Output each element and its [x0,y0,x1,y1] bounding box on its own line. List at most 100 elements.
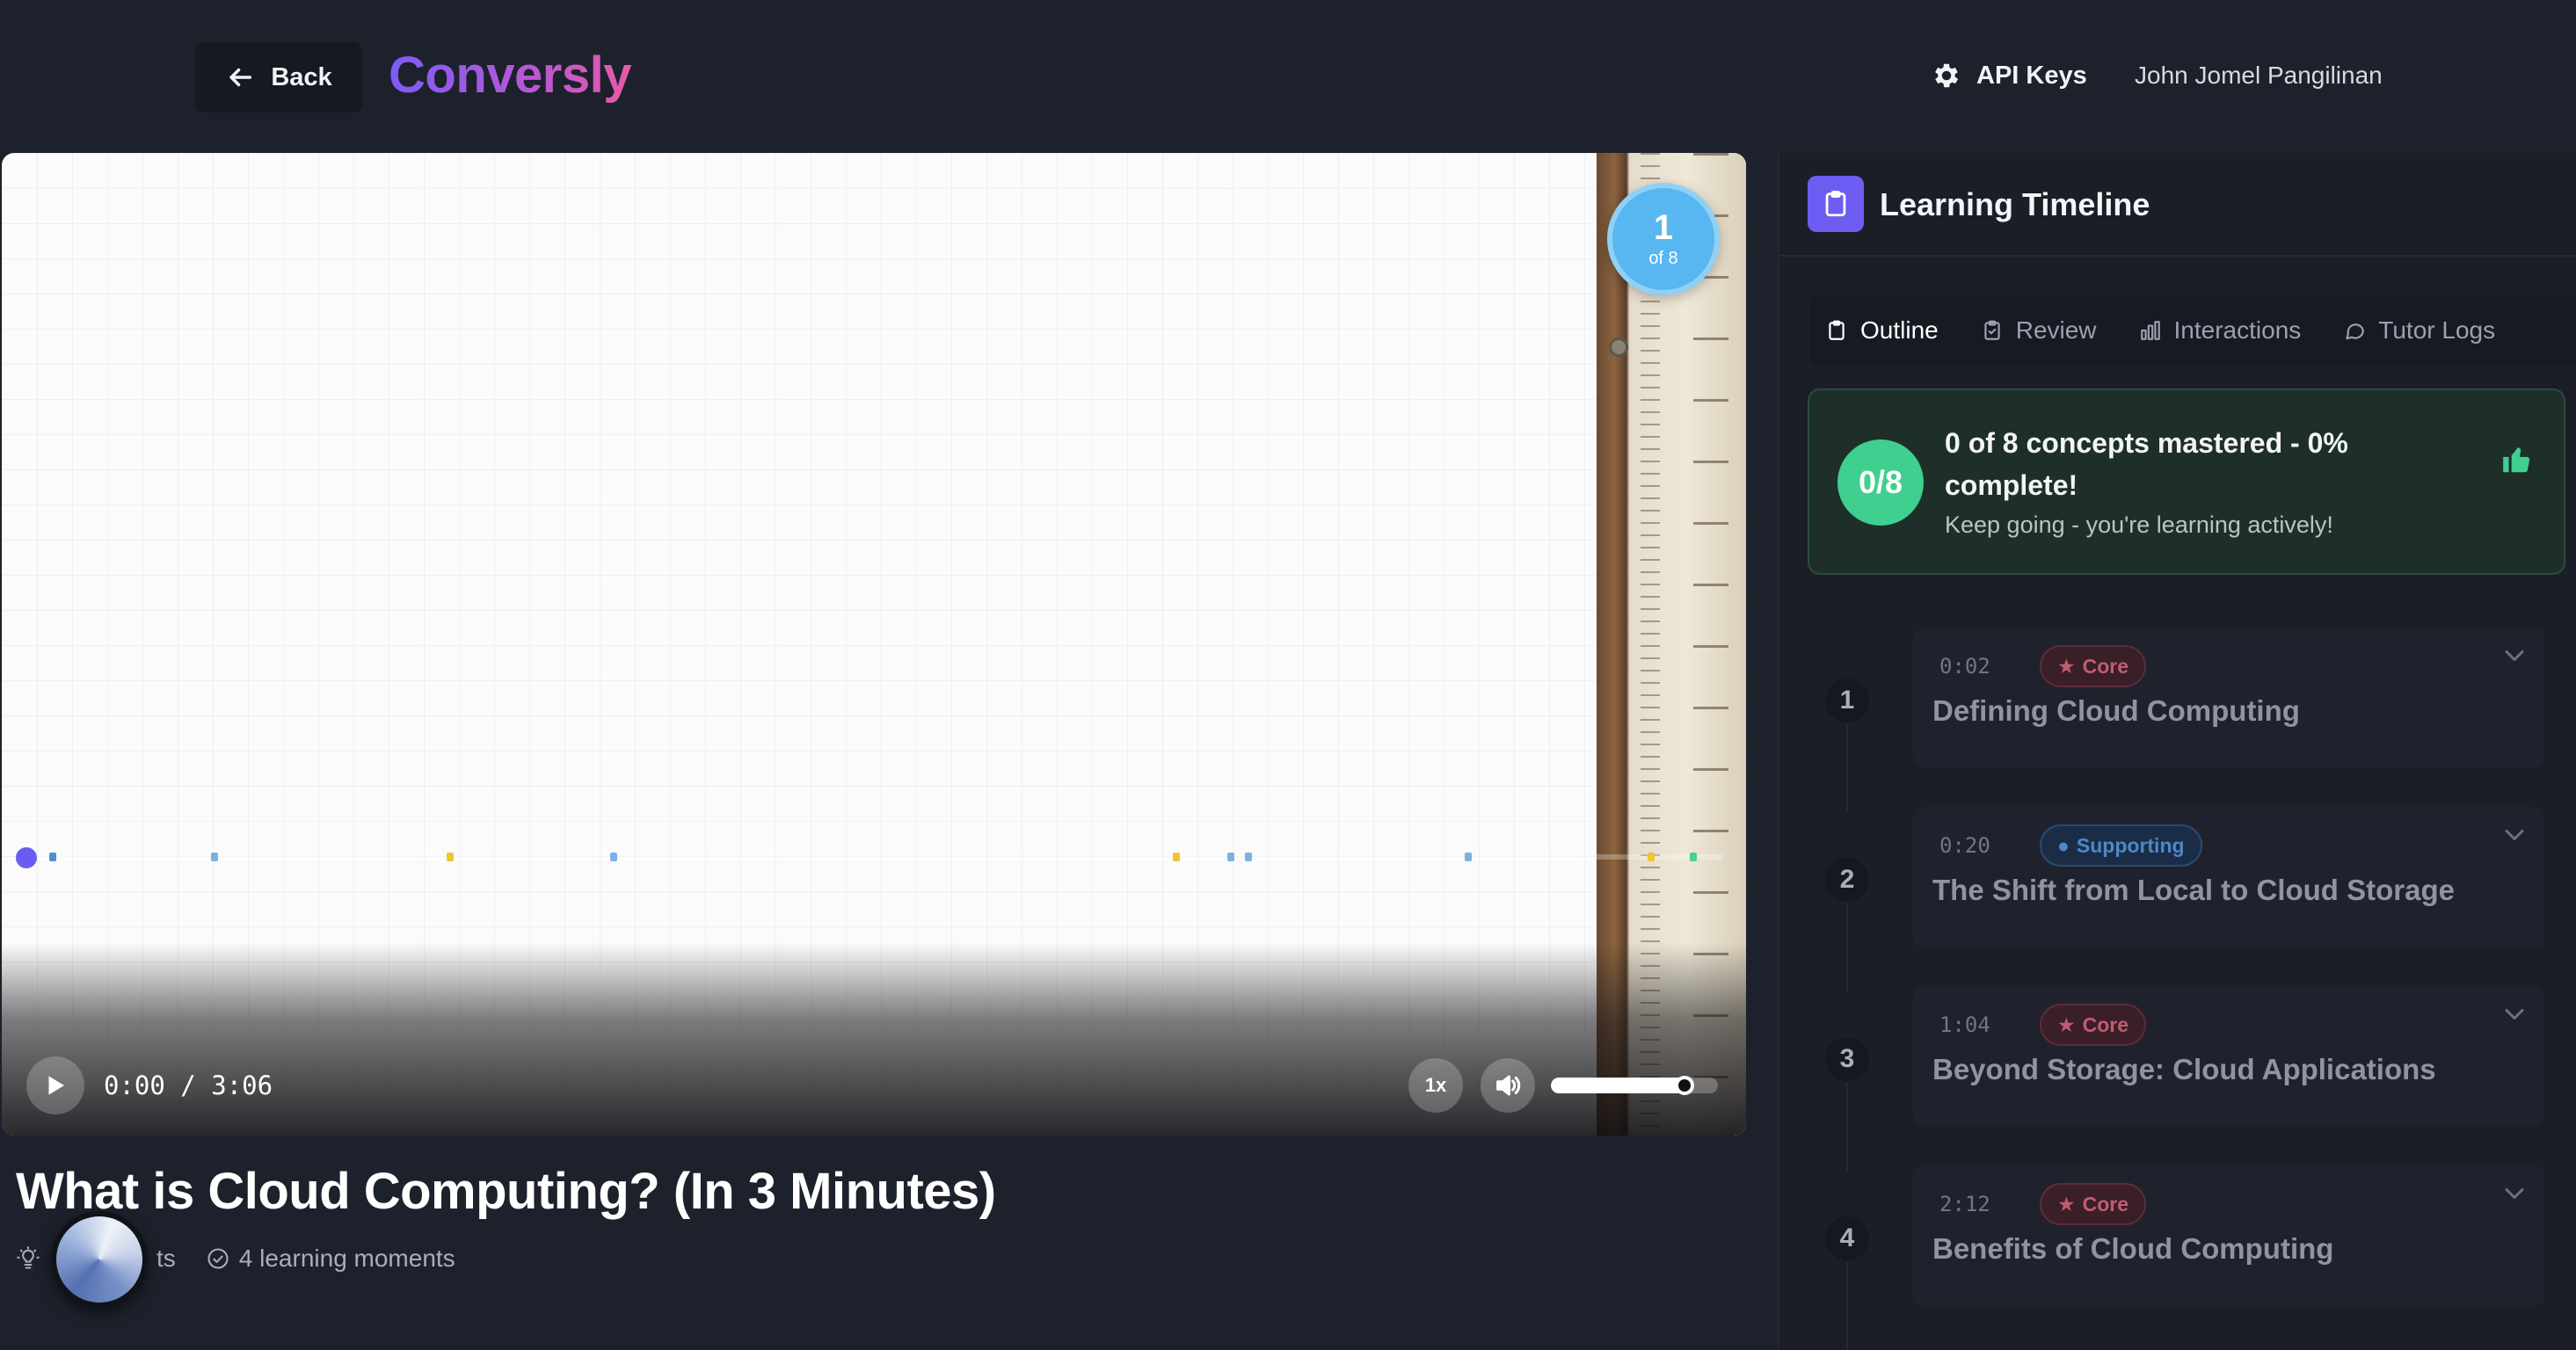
star-icon: ★ [2057,1192,2076,1216]
brand-logo[interactable]: Conversly [389,46,631,105]
timeline-connector [1846,1083,1848,1171]
clipboard-icon [1808,176,1864,232]
tab-review[interactable]: Review [1981,316,2097,345]
concept-number: 2 [1825,858,1869,902]
tab-outline[interactable]: Outline [1825,316,1939,345]
chevron-down-icon[interactable] [2499,1178,2530,1209]
concept-tag-label: Supporting [2076,833,2185,857]
thumbs-up-icon [2503,446,2530,473]
timeline-marker[interactable] [1173,853,1180,861]
star-icon: ★ [2057,1012,2076,1036]
avatar-disc [56,1216,142,1303]
play-button[interactable] [26,1056,84,1114]
timeline-marker[interactable] [447,853,454,861]
timeline-marker[interactable] [1245,853,1252,861]
back-button[interactable]: Back [195,42,362,112]
floating-tutor-avatar[interactable] [51,1211,148,1308]
concept-card[interactable]: 1:04 ★ Core Beyond Storage: Cloud Applic… [1913,986,2544,1127]
concept-counter-badge: 1 of 8 [1607,183,1720,295]
time-display: 0:00 / 3:06 [104,1071,273,1100]
tab-outline-label: Outline [1860,316,1939,344]
learning-timeline-panel: Learning Timeline Outline Review Interac… [1778,153,2576,1350]
clipboard-check-icon [1984,320,2000,340]
back-label: Back [271,62,332,91]
concept-counter-number: 1 [1653,207,1674,247]
tab-tutor-logs-label: Tutor Logs [2378,316,2496,344]
chevron-down-icon[interactable] [2499,640,2530,671]
concept-item[interactable]: 2 0:20 ● Supporting The Shift from Local… [1779,807,2576,991]
concept-tag-supporting: ● Supporting [2040,824,2202,867]
concept-tag-label: Core [2082,654,2129,678]
timeline-marker[interactable] [1648,853,1655,861]
concept-tag-label: Core [2082,1012,2129,1036]
video-player[interactable]: 1 of 8 [2,153,1746,1136]
concept-title: Beyond Storage: Cloud Applications [1932,1053,2436,1085]
concept-card[interactable]: 0:02 ★ Core Defining Cloud Computing [1913,628,2544,768]
mastery-summary-card: 0/8 0 of 8 concepts mastered - 0% comple… [1808,388,2565,575]
concept-title: The Shift from Local to Cloud Storage [1932,874,2455,906]
volume-button[interactable] [1481,1058,1535,1113]
volume-fill [1551,1078,1685,1093]
learning-moments-label: 4 learning moments [238,1245,455,1272]
speaker-icon [1496,1075,1521,1096]
api-keys-label: API Keys [1976,61,2087,90]
tab-interactions[interactable]: Interactions [2139,316,2302,345]
seek-thumb[interactable] [16,847,37,868]
concept-number: 1 [1825,679,1869,722]
timeline-connector [1846,1262,1848,1350]
concept-tag-label: Core [2082,1192,2129,1216]
concept-tag-core: ★ Core [2040,1004,2147,1046]
timeline-marker[interactable] [610,853,617,861]
chevron-down-icon[interactable] [2499,819,2530,851]
tab-review-label: Review [2015,316,2097,344]
concept-card[interactable]: 2:12 ★ Core Benefits of Cloud Computing [1913,1165,2544,1306]
star-icon: ★ [2057,654,2076,678]
check-circle-icon [207,1248,229,1269]
concept-tag-core: ★ Core [2040,645,2147,687]
timeline-marker[interactable] [211,853,218,861]
concept-title: Defining Cloud Computing [1932,694,2300,727]
controls-overlay [2,942,1746,1136]
lightbulb-icon [17,1246,40,1269]
timeline-marker[interactable] [1227,853,1234,861]
learning-moments: 4 learning moments [206,1245,455,1273]
chevron-down-icon[interactable] [2499,998,2530,1030]
concept-item[interactable]: 3 1:04 ★ Core Beyond Storage: Cloud Appl… [1779,986,2576,1171]
timeline-marker[interactable] [1690,853,1697,861]
tab-interactions-label: Interactions [2173,316,2302,344]
video-title: What is Cloud Computing? (In 3 Minutes) [16,1163,996,1220]
chat-bubble-icon [2346,323,2365,340]
user-name[interactable]: John Jomel Pangilinan [2135,62,2383,90]
mastery-title: 0 of 8 concepts mastered - 0% complete! [1945,427,2348,501]
playback-speed-button[interactable]: 1x [1408,1058,1463,1113]
mastery-score: 0/8 [1837,439,1924,526]
info-icon: ● [2057,833,2070,857]
concept-number: 4 [1825,1216,1869,1260]
panel-tabs: Outline Review Interactions Tutor Logs [1809,295,2576,366]
concept-timestamp[interactable]: 0:02 [1939,654,1990,679]
gear-icon [1935,63,1959,88]
panel-header: Learning Timeline [1779,153,2576,257]
mastery-subtitle: Keep going - you're learning actively! [1945,512,2333,538]
timeline-marker[interactable] [49,853,56,861]
concept-item[interactable]: 1 0:02 ★ Core Defining Cloud Computing [1779,628,2576,812]
concept-item[interactable]: 4 2:12 ★ Core Benefits of Cloud Computin… [1779,1165,2576,1350]
concepts-count-partial: ts [156,1245,176,1272]
tab-tutor-logs[interactable]: Tutor Logs [2343,316,2495,345]
concept-number: 3 [1825,1037,1869,1081]
concept-timestamp[interactable]: 1:04 [1939,1012,1990,1037]
play-icon [48,1076,64,1095]
timeline-connector [1846,724,1848,812]
arrow-left-icon [229,68,252,87]
concept-timestamp[interactable]: 2:12 [1939,1192,1990,1216]
concept-counter-total: of 8 [1648,248,1678,268]
ruler-screw [1609,338,1628,357]
timeline-marker[interactable] [1465,853,1472,861]
panel-title: Learning Timeline [1880,186,2150,222]
top-header: Back Conversly API Keys John Jomel Pangi… [0,0,2576,151]
volume-thumb[interactable] [1675,1076,1694,1095]
concept-card[interactable]: 0:20 ● Supporting The Shift from Local t… [1913,807,2544,947]
concept-timestamp[interactable]: 0:20 [1939,833,1990,858]
api-keys-button[interactable]: API Keys [1931,58,2087,93]
bar-chart-icon [2140,321,2160,340]
